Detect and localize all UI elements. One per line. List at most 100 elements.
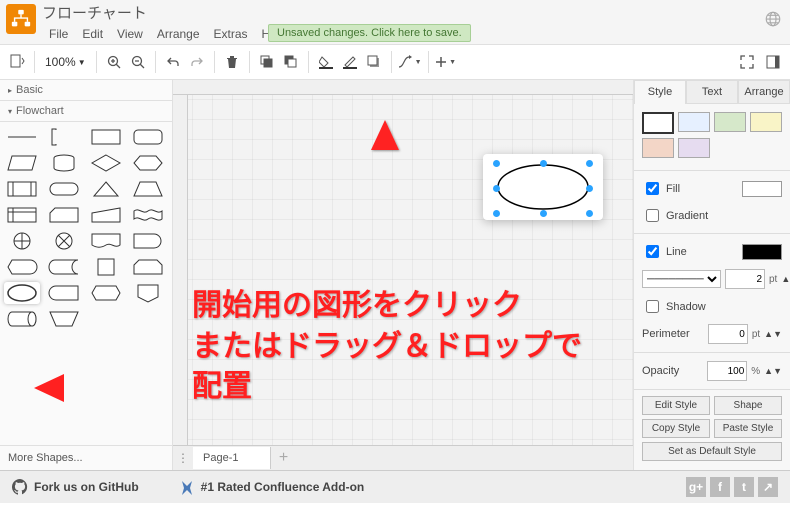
line-color-button[interactable]	[339, 50, 361, 74]
shape-stored-data[interactable]	[46, 256, 82, 278]
resize-handle[interactable]	[540, 210, 547, 217]
gradient-checkbox[interactable]	[646, 209, 659, 222]
shape-delay[interactable]	[130, 230, 166, 252]
tab-text[interactable]: Text	[686, 80, 738, 104]
fill-color[interactable]	[742, 181, 782, 197]
shape-cylinder[interactable]	[46, 152, 82, 174]
shape-internal-storage[interactable]	[4, 204, 40, 226]
confluence-link[interactable]: #1 Rated Confluence Add-on	[179, 479, 365, 495]
line-style-select[interactable]: ────────	[642, 270, 721, 288]
line-width-input[interactable]	[725, 269, 765, 289]
zoom-out-button[interactable]	[127, 50, 149, 74]
zoom-value[interactable]: 100%	[45, 55, 76, 69]
resize-handle[interactable]	[493, 210, 500, 217]
zoom-dropdown-icon[interactable]: ▼	[78, 58, 86, 67]
menu-file[interactable]: File	[42, 25, 75, 43]
shape-loop-limit[interactable]	[130, 256, 166, 278]
shape-manual-op[interactable]	[46, 308, 82, 330]
line-checkbox[interactable]	[646, 245, 659, 258]
add-page-button[interactable]: +	[271, 449, 295, 467]
save-message[interactable]: Unsaved changes. Click here to save.	[268, 24, 471, 42]
page-setup-button[interactable]	[6, 50, 28, 74]
resize-handle[interactable]	[540, 160, 547, 167]
shape-sum[interactable]	[46, 230, 82, 252]
shape-or[interactable]	[4, 230, 40, 252]
shape-manual-input[interactable]	[88, 204, 124, 226]
shadow-button[interactable]	[363, 50, 385, 74]
resize-handle[interactable]	[586, 210, 593, 217]
menu-extras[interactable]: Extras	[207, 25, 255, 43]
swatch[interactable]	[642, 112, 674, 134]
edit-style-button[interactable]: Edit Style	[642, 396, 710, 415]
shape-direct-data[interactable]	[4, 308, 40, 330]
swatch[interactable]	[750, 112, 782, 132]
menu-edit[interactable]: Edit	[75, 25, 110, 43]
swatch[interactable]	[714, 112, 746, 132]
opacity-input[interactable]	[707, 361, 747, 381]
paste-style-button[interactable]: Paste Style	[714, 419, 782, 438]
palette-basic[interactable]: ▸Basic	[0, 80, 172, 101]
shape-offpage[interactable]	[130, 282, 166, 304]
resize-handle[interactable]	[586, 160, 593, 167]
copy-style-button[interactable]: Copy Style	[642, 419, 710, 438]
swatch[interactable]	[642, 138, 674, 158]
shape-square[interactable]	[88, 256, 124, 278]
shape-ellipse[interactable]	[4, 282, 40, 304]
perimeter-input[interactable]	[708, 324, 748, 344]
shape-preparation[interactable]	[88, 282, 124, 304]
shape-document[interactable]	[88, 230, 124, 252]
shape-hexagon[interactable]	[130, 152, 166, 174]
shape-parallelogram[interactable]	[4, 152, 40, 174]
tab-style[interactable]: Style	[634, 80, 686, 104]
swatch[interactable]	[678, 112, 710, 132]
twitter-icon[interactable]: t	[734, 477, 754, 497]
shape-rect[interactable]	[88, 126, 124, 148]
menu-view[interactable]: View	[110, 25, 150, 43]
shadow-checkbox[interactable]	[646, 300, 659, 313]
add-button[interactable]: ▼	[435, 50, 457, 74]
resize-handle[interactable]	[493, 160, 500, 167]
fill-color-button[interactable]	[315, 50, 337, 74]
googleplus-icon[interactable]: g+	[686, 477, 706, 497]
menu-arrange[interactable]: Arrange	[150, 25, 207, 43]
shape-card[interactable]	[46, 204, 82, 226]
swatch[interactable]	[678, 138, 710, 158]
facebook-icon[interactable]: f	[710, 477, 730, 497]
shape-display[interactable]	[4, 256, 40, 278]
to-front-button[interactable]	[256, 50, 278, 74]
shape-bracket[interactable]	[46, 126, 82, 148]
more-shapes-button[interactable]: More Shapes...	[0, 445, 172, 470]
shape-diamond[interactable]	[88, 152, 124, 174]
resize-handle[interactable]	[493, 185, 500, 192]
to-back-button[interactable]	[280, 50, 302, 74]
redo-button[interactable]	[186, 50, 208, 74]
palette-flowchart[interactable]: ▾Flowchart	[0, 101, 172, 122]
edit-shape-button[interactable]: Shape	[714, 396, 782, 415]
page-tab[interactable]: Page-1	[193, 447, 271, 469]
page-list-icon[interactable]: ⋮	[173, 451, 193, 465]
tab-arrange[interactable]: Arrange	[738, 80, 790, 104]
default-style-button[interactable]: Set as Default Style	[642, 442, 782, 461]
shape-tape[interactable]	[130, 204, 166, 226]
app-logo[interactable]	[6, 4, 36, 34]
shape-triangle[interactable]	[88, 178, 124, 200]
zoom-in-button[interactable]	[103, 50, 125, 74]
connection-button[interactable]: ▼	[398, 50, 422, 74]
shape-trapezoid[interactable]	[130, 178, 166, 200]
shape-terminator[interactable]	[46, 282, 82, 304]
fill-checkbox[interactable]	[646, 182, 659, 195]
fullscreen-button[interactable]	[736, 50, 758, 74]
share-icon[interactable]: ↗	[758, 477, 778, 497]
shape-roundrect[interactable]	[130, 126, 166, 148]
github-link[interactable]: Fork us on GitHub	[12, 479, 139, 495]
line-color[interactable]	[742, 244, 782, 260]
shape-line[interactable]	[4, 126, 40, 148]
language-icon[interactable]	[764, 10, 782, 28]
shape-capsule[interactable]	[46, 178, 82, 200]
document-title[interactable]: フローチャート	[42, 2, 293, 23]
resize-handle[interactable]	[586, 185, 593, 192]
format-panel-button[interactable]	[762, 50, 784, 74]
shape-subprocess[interactable]	[4, 178, 40, 200]
delete-button[interactable]	[221, 50, 243, 74]
canvas[interactable]: ⋮ Page-1 +	[173, 80, 633, 470]
